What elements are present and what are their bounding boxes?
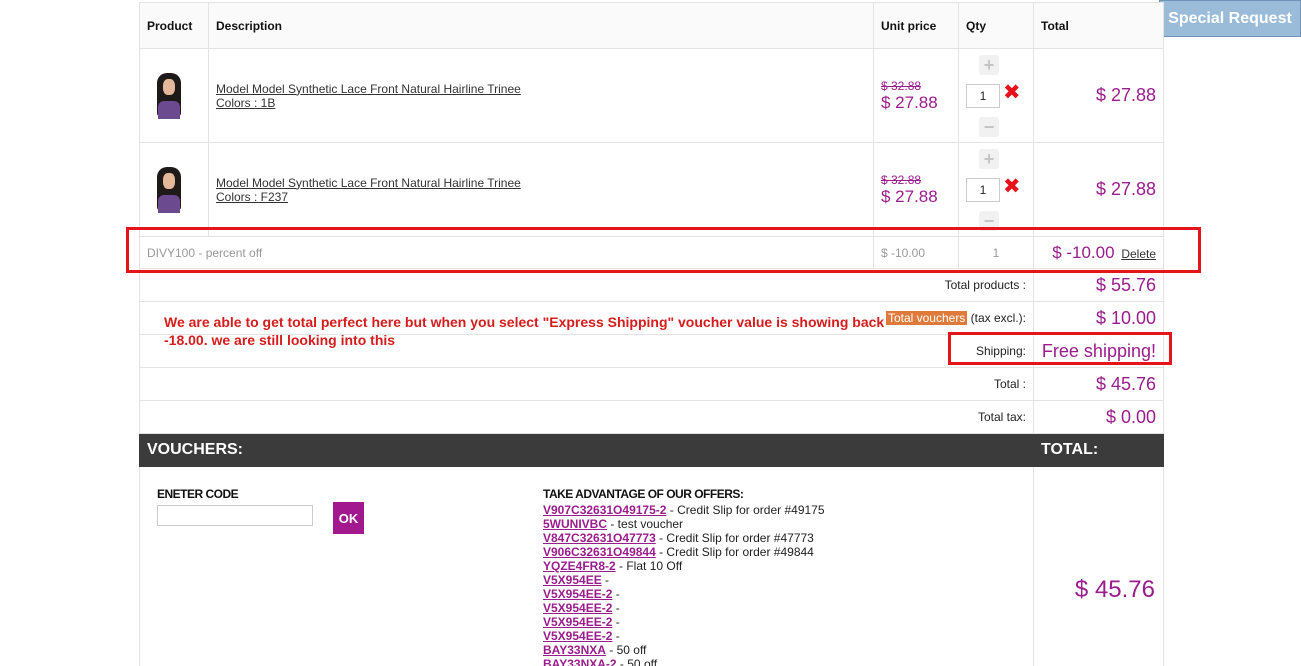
qty-input[interactable]: 1 — [966, 84, 1000, 108]
header-total: Total — [1033, 2, 1164, 49]
offer-code-link[interactable]: V907C32631O49175-2 — [543, 503, 666, 517]
offer-code-link[interactable]: V5X954EE-2 — [543, 629, 612, 643]
list-item: V5X954EE-2 - — [543, 629, 620, 643]
offer-code-link[interactable]: V906C32631O49844 — [543, 545, 656, 559]
summary-row: Total tax: $ 0.00 — [139, 400, 1164, 434]
shipping-value: Free shipping! — [1033, 334, 1164, 368]
voucher-total: $ -10.00 — [1052, 242, 1115, 262]
qty-increase-button[interactable]: + — [979, 55, 999, 75]
voucher-row: DIVY100 - percent off $ -10.00 1 $ -10.0… — [139, 236, 1164, 269]
total-vouchers-value: $ 10.00 — [1033, 301, 1164, 335]
offer-code-link[interactable]: V847C32631O47773 — [543, 531, 656, 545]
header-product: Product — [139, 2, 209, 49]
header-qty: Qty — [958, 2, 1034, 49]
product-image[interactable] — [152, 166, 186, 213]
offers-list: V907C32631O49175-2 - Credit Slip for ord… — [543, 503, 963, 666]
delete-item-icon[interactable]: ✖ — [1003, 82, 1021, 103]
product-colors-link[interactable]: Colors : 1B — [216, 96, 866, 110]
total-tax-value: $ 0.00 — [1033, 400, 1164, 434]
list-item: V5X954EE-2 - — [543, 601, 620, 615]
list-item: BAY33NXA - 50 off — [543, 643, 647, 657]
list-item: YQZE4FR8-2 - Flat 10 Off — [543, 559, 683, 573]
special-request-button[interactable]: Special Request — [1159, 0, 1301, 37]
old-price: $ 32.88 — [881, 172, 922, 187]
voucher-name: DIVY100 - percent off — [139, 236, 874, 269]
offer-code-link[interactable]: V5X954EE-2 — [543, 615, 612, 629]
total-header: TOTAL: — [1033, 433, 1164, 467]
product-name-link[interactable]: Model Model Synthetic Lace Front Natural… — [216, 176, 866, 190]
total-tax-label: Total tax: — [139, 400, 1034, 434]
offer-code-link[interactable]: BAY33NXA — [543, 643, 606, 657]
offer-code-link[interactable]: 5WUNIVBC — [543, 517, 607, 531]
ok-button[interactable]: OK — [333, 502, 364, 534]
grand-total-value: $ 45.76 — [1074, 576, 1155, 603]
delete-item-icon[interactable]: ✖ — [1003, 176, 1021, 197]
list-item: BAY33NXA-2 - 50 off — [543, 657, 963, 666]
enter-code-label: ENETER CODE — [157, 487, 239, 501]
unit-price: $ 27.88 — [881, 186, 938, 206]
qty-input[interactable]: 1 — [966, 178, 1000, 202]
header-description: Description — [208, 2, 874, 49]
offer-code-link[interactable]: V5X954EE-2 — [543, 601, 612, 615]
qty-increase-button[interactable]: + — [979, 149, 999, 169]
old-price: $ 32.88 — [881, 78, 922, 93]
offer-code-link[interactable]: V5X954EE-2 — [543, 587, 612, 601]
product-image[interactable] — [152, 72, 186, 119]
summary-row: Total products : $ 55.76 — [139, 268, 1164, 302]
unit-price: $ 27.88 — [881, 92, 938, 112]
list-item: V906C32631O49844 - Credit Slip for order… — [543, 545, 814, 559]
qty-decrease-button[interactable]: − — [979, 117, 999, 137]
total-products-label: Total products : — [139, 268, 1034, 302]
summary-row: Total : $ 45.76 — [139, 367, 1164, 401]
voucher-delete-link[interactable]: Delete — [1121, 247, 1156, 261]
list-item: V5X954EE-2 - — [543, 615, 620, 629]
line-total: $ 27.88 — [1033, 142, 1164, 237]
total-vouchers-badge: Total vouchers — [885, 311, 968, 325]
list-item: V5X954EE - — [543, 573, 610, 587]
vouchers-header-row: VOUCHERS: TOTAL: — [139, 433, 1164, 467]
product-name-link[interactable]: Model Model Synthetic Lace Front Natural… — [216, 82, 866, 96]
offer-code-link[interactable]: YQZE4FR8-2 — [543, 559, 616, 573]
annotation-note: We are able to get total perfect here bu… — [164, 314, 885, 348]
table-row: Model Model Synthetic Lace Front Natural… — [139, 142, 1164, 237]
product-colors-link[interactable]: Colors : F237 — [216, 190, 866, 204]
vouchers-header: VOUCHERS: — [139, 433, 1034, 467]
qty-decrease-button[interactable]: − — [979, 211, 999, 231]
header-unit-price: Unit price — [873, 2, 959, 49]
cart-header-row: Product Description Unit price Qty Total — [139, 2, 1164, 49]
list-item: V847C32631O47773 - Credit Slip for order… — [543, 531, 814, 545]
list-item: 5WUNIVBC - test voucher — [543, 517, 684, 531]
offer-code-link[interactable]: V5X954EE — [543, 573, 602, 587]
voucher-code-input[interactable] — [157, 505, 313, 526]
table-row: Model Model Synthetic Lace Front Natural… — [139, 48, 1164, 143]
voucher-qty: 1 — [958, 236, 1034, 269]
list-item: V907C32631O49175-2 - Credit Slip for ord… — [543, 503, 825, 517]
total-label: Total : — [139, 367, 1034, 401]
offers-title: TAKE ADVANTAGE OF OUR OFFERS: — [543, 487, 744, 501]
offer-code-link[interactable]: BAY33NXA-2 — [543, 657, 617, 666]
line-total: $ 27.88 — [1033, 48, 1164, 143]
total-products-value: $ 55.76 — [1033, 268, 1164, 302]
total-value: $ 45.76 — [1033, 367, 1164, 401]
voucher-price: $ -10.00 — [873, 236, 959, 269]
list-item: V5X954EE-2 - — [543, 587, 620, 601]
total-vouchers-label: (tax excl.): — [967, 311, 1026, 325]
